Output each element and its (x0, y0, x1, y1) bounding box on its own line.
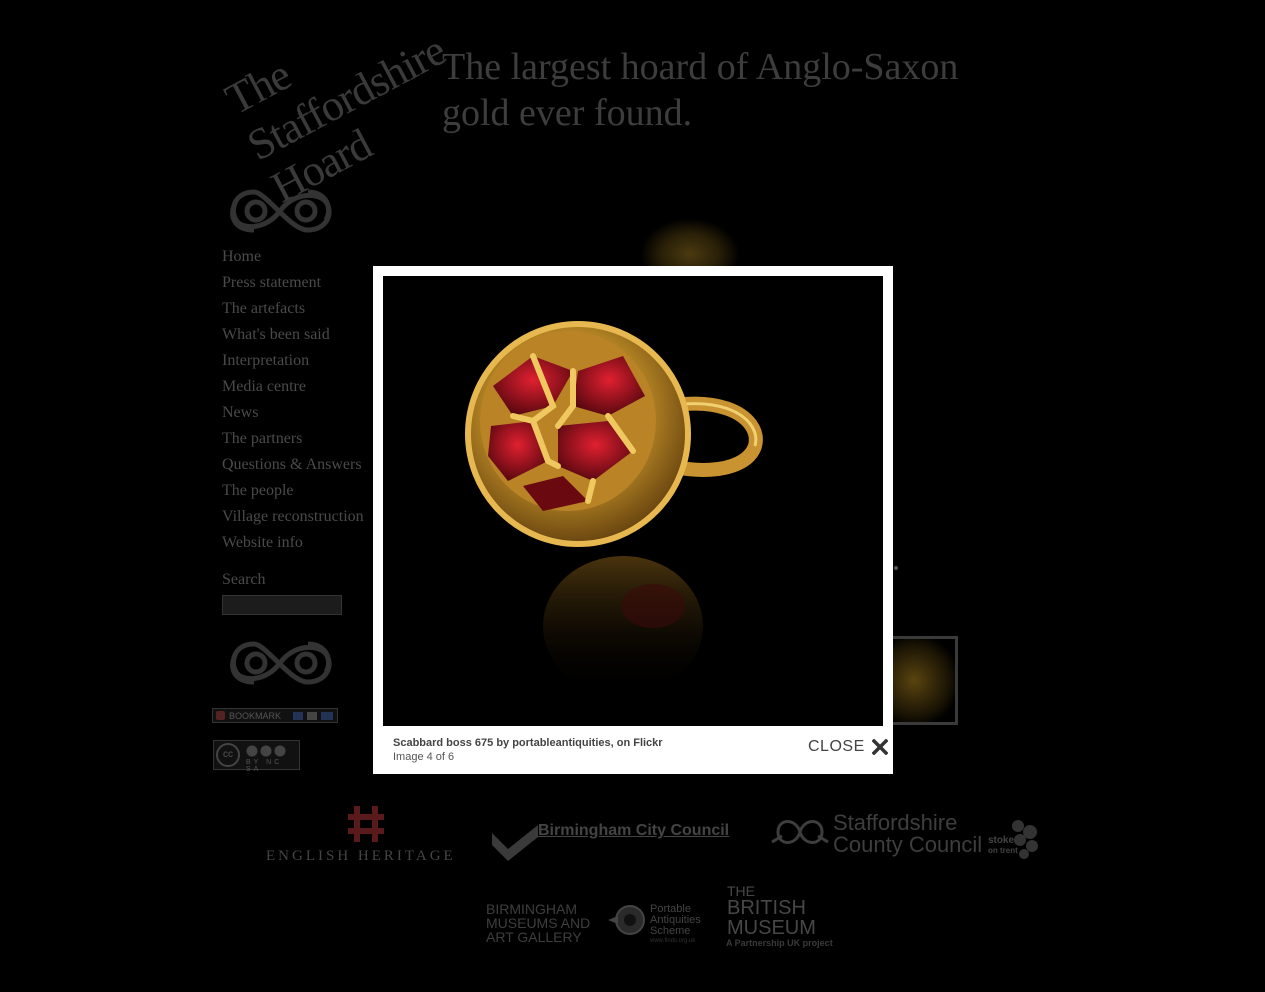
close-label: CLOSE (808, 738, 865, 755)
close-button[interactable]: CLOSE (808, 736, 888, 758)
scabbard-boss-photo-icon (383, 276, 883, 726)
close-icon (871, 738, 888, 755)
lightbox-image[interactable] (383, 276, 883, 726)
lightbox-counter: Image 4 of 6 (393, 751, 455, 763)
lightbox-dialog: Scabbard boss 675 by portableantiquities… (373, 266, 893, 774)
lightbox-caption: Scabbard boss 675 by portableantiquities… (393, 737, 663, 749)
page: The Staffordshire Hoard The largest hoar… (0, 0, 1265, 992)
